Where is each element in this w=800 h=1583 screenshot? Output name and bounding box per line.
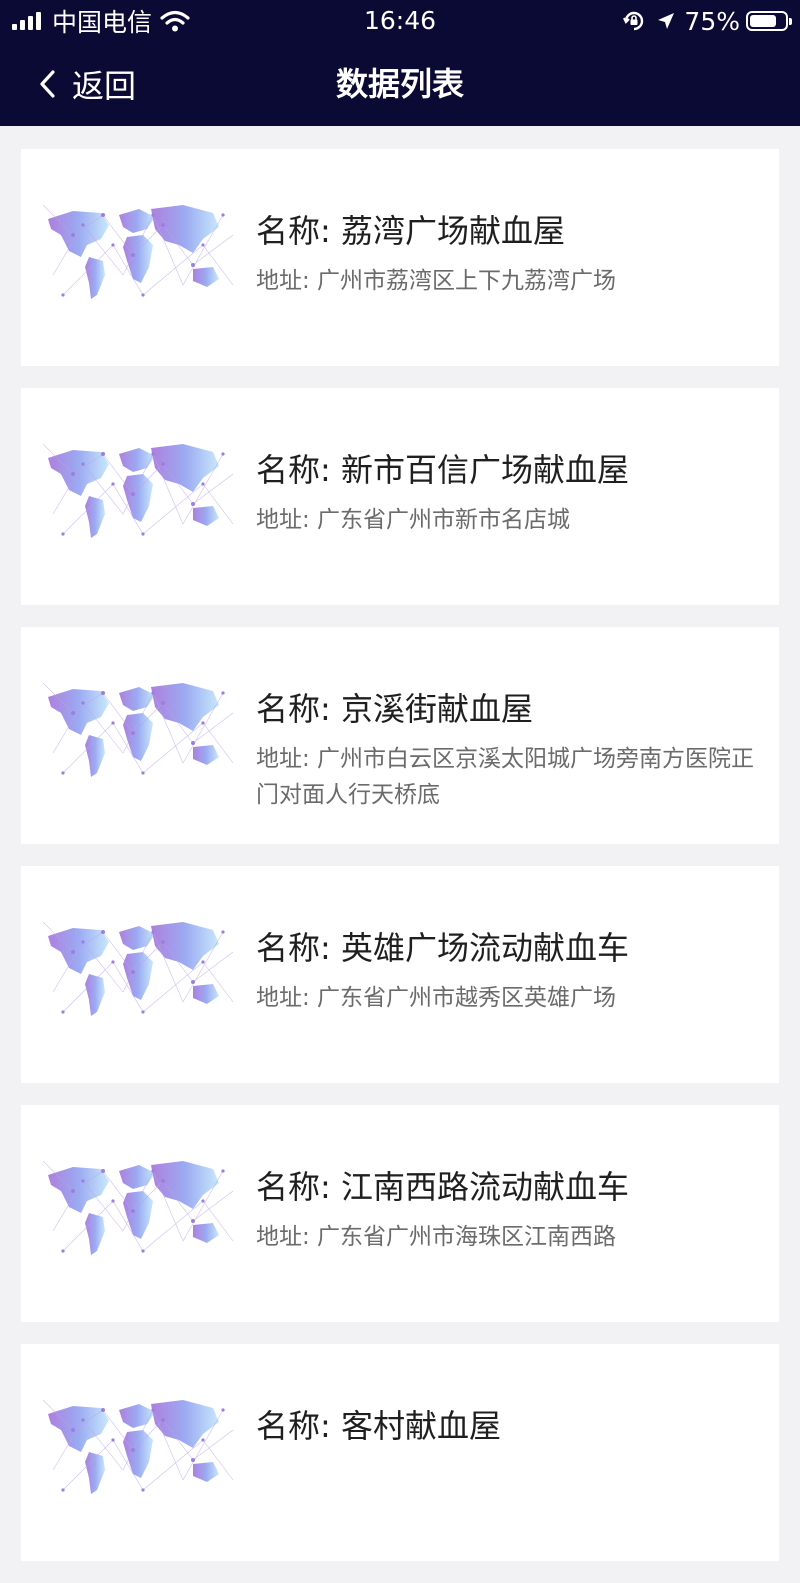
list-item[interactable]: 名称: 客村献血屋	[21, 1344, 779, 1561]
world-map-image	[43, 443, 234, 538]
item-address: 地址: 广东省广州市海珠区江南西路	[256, 1224, 617, 1250]
list-item[interactable]: 名称: 荔湾广场献血屋 地址: 广州市荔湾区上下九荔湾广场	[21, 149, 779, 366]
item-address: 地址: 广州市荔湾区上下九荔湾广场	[256, 268, 617, 294]
item-address: 地址: 广州市白云区京溪太阳城广场旁南方医院正门对面人行天桥底	[256, 746, 755, 808]
world-map-image	[43, 921, 234, 1016]
list-item[interactable]: 名称: 英雄广场流动献血车 地址: 广东省广州市越秀区英雄广场	[21, 866, 779, 1083]
item-text: 名称: 新市百信广场献血屋 地址: 广东省广州市新市名店城	[256, 448, 761, 538]
item-address: 地址: 广东省广州市越秀区英雄广场	[256, 985, 617, 1011]
item-name: 名称: 荔湾广场献血屋	[256, 212, 565, 250]
back-label: 返回	[72, 67, 137, 105]
item-address: 地址: 广东省广州市新市名店城	[256, 507, 571, 533]
world-map-image	[43, 1399, 234, 1494]
battery-icon	[746, 11, 792, 31]
item-text: 名称: 英雄广场流动献血车 地址: 广东省广州市越秀区英雄广场	[256, 926, 761, 1016]
list-item[interactable]: 名称: 新市百信广场献血屋 地址: 广东省广州市新市名店城	[21, 388, 779, 605]
item-text: 名称: 客村献血屋	[256, 1404, 761, 1458]
list-item[interactable]: 名称: 京溪街献血屋 地址: 广州市白云区京溪太阳城广场旁南方医院正门对面人行天…	[21, 627, 779, 844]
item-name: 名称: 京溪街献血屋	[256, 690, 533, 728]
item-name: 名称: 客村献血屋	[256, 1407, 501, 1445]
battery-percent: 75%	[684, 6, 740, 36]
nav-bar: 返回 数据列表	[0, 42, 800, 126]
chevron-left-icon	[40, 70, 55, 98]
item-name: 名称: 江南西路流动献血车	[256, 1168, 629, 1206]
status-bar: 中国电信 16:46 75%	[0, 0, 800, 42]
item-text: 名称: 荔湾广场献血屋 地址: 广州市荔湾区上下九荔湾广场	[256, 209, 761, 299]
item-name: 名称: 英雄广场流动献血车	[256, 929, 629, 967]
back-button[interactable]: 返回	[38, 62, 136, 106]
world-map-image	[43, 1160, 234, 1255]
list-item[interactable]: 名称: 江南西路流动献血车 地址: 广东省广州市海珠区江南西路	[21, 1105, 779, 1322]
orientation-lock-icon	[623, 11, 644, 31]
location-arrow-icon	[658, 13, 675, 29]
world-map-image	[43, 204, 234, 299]
world-map-image	[43, 682, 234, 777]
item-name: 名称: 新市百信广场献血屋	[256, 451, 629, 489]
app-header: 中国电信 16:46 75% 返回 数据列表	[0, 0, 800, 126]
status-right: 75%	[622, 6, 792, 36]
station-list: 名称: 荔湾广场献血屋 地址: 广州市荔湾区上下九荔湾广场 名称: 新市百信广场…	[21, 149, 779, 1583]
item-text: 名称: 京溪街献血屋 地址: 广州市白云区京溪太阳城广场旁南方医院正门对面人行天…	[256, 687, 761, 813]
battery-level-fill	[750, 15, 776, 27]
item-text: 名称: 江南西路流动献血车 地址: 广东省广州市海珠区江南西路	[256, 1165, 761, 1255]
